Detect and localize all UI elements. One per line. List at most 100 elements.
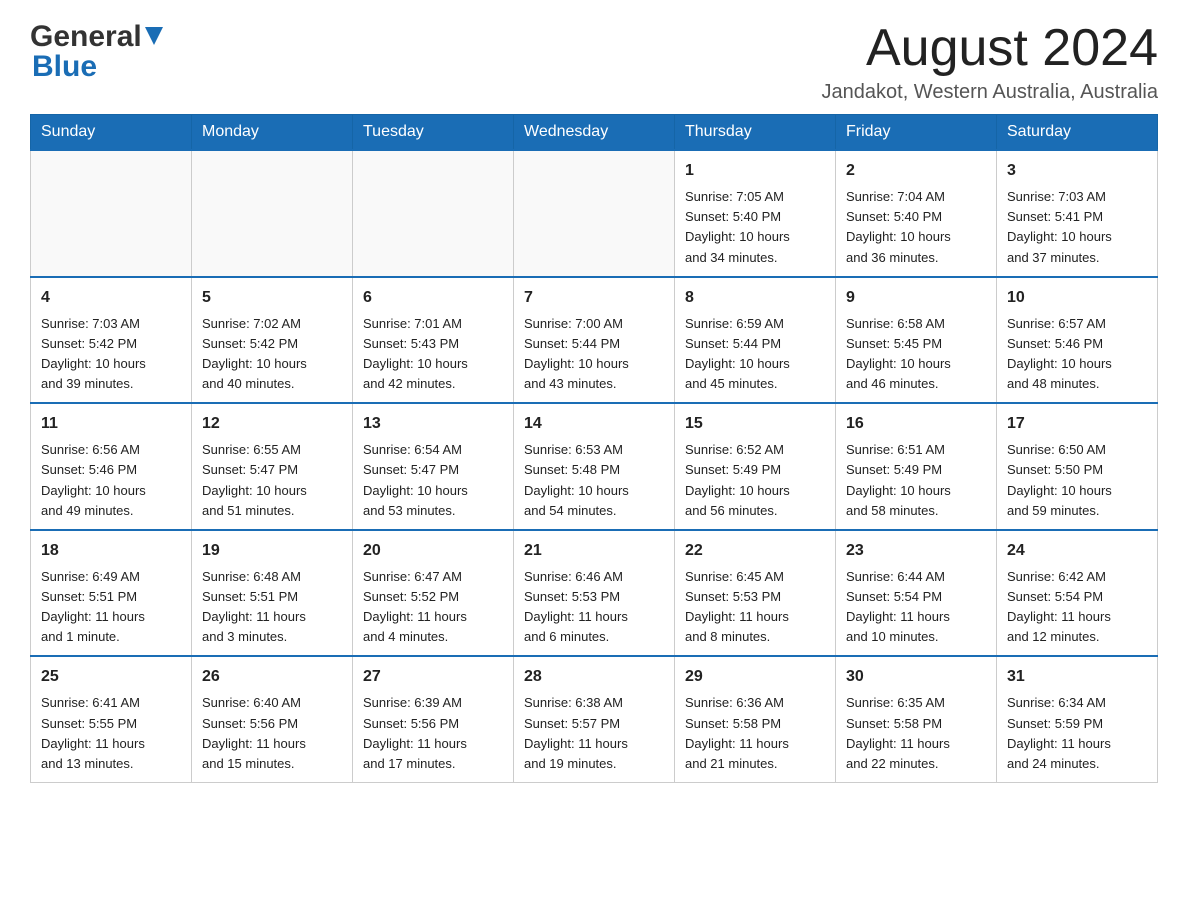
day-number: 3 bbox=[1007, 159, 1147, 183]
calendar-cell: 2 Sunrise: 7:04 AM Sunset: 5:40 PM Daylig… bbox=[836, 150, 997, 277]
logo-blue-text: Blue bbox=[32, 50, 97, 84]
day-info: Sunrise: 6:34 AM Sunset: 5:59 PM Dayligh… bbox=[1007, 693, 1147, 774]
calendar-week-4: 18 Sunrise: 6:49 AM Sunset: 5:51 PM Dayli… bbox=[31, 530, 1158, 657]
calendar-cell: 11Sunrise: 6:56 AM Sunset: 5:46 PM Dayli… bbox=[31, 403, 192, 530]
day-number: 22 bbox=[685, 539, 825, 563]
day-number: 5 bbox=[202, 286, 342, 310]
month-year-title: August 2024 bbox=[822, 20, 1158, 77]
calendar-cell: 3 Sunrise: 7:03 AM Sunset: 5:41 PM Daylig… bbox=[997, 150, 1158, 277]
day-info: Sunrise: 6:48 AM Sunset: 5:51 PM Dayligh… bbox=[202, 567, 342, 648]
day-info: Sunrise: 7:03 AM Sunset: 5:42 PM Dayligh… bbox=[41, 314, 181, 395]
day-info: Sunrise: 6:59 AM Sunset: 5:44 PM Dayligh… bbox=[685, 314, 825, 395]
day-number: 27 bbox=[363, 665, 503, 689]
day-number: 9 bbox=[846, 286, 986, 310]
calendar-cell: 22 Sunrise: 6:45 AM Sunset: 5:53 PM Dayli… bbox=[675, 530, 836, 657]
day-info: Sunrise: 6:42 AM Sunset: 5:54 PM Dayligh… bbox=[1007, 567, 1147, 648]
logo: General Blue bbox=[30, 20, 163, 84]
day-info: Sunrise: 6:35 AM Sunset: 5:58 PM Dayligh… bbox=[846, 693, 986, 774]
calendar-cell: 25 Sunrise: 6:41 AM Sunset: 5:55 PM Dayli… bbox=[31, 656, 192, 782]
calendar-cell: 5 Sunrise: 7:02 AM Sunset: 5:42 PM Daylig… bbox=[192, 277, 353, 404]
calendar-cell: 31 Sunrise: 6:34 AM Sunset: 5:59 PM Dayli… bbox=[997, 656, 1158, 782]
day-header-monday: Monday bbox=[192, 115, 353, 151]
calendar-cell: 23Sunrise: 6:44 AM Sunset: 5:54 PM Dayli… bbox=[836, 530, 997, 657]
calendar-cell: 17 Sunrise: 6:50 AM Sunset: 5:50 PM Dayli… bbox=[997, 403, 1158, 530]
calendar-cell: 29 Sunrise: 6:36 AM Sunset: 5:58 PM Dayli… bbox=[675, 656, 836, 782]
calendar-cell: 30 Sunrise: 6:35 AM Sunset: 5:58 PM Dayli… bbox=[836, 656, 997, 782]
day-info: Sunrise: 7:00 AM Sunset: 5:44 PM Dayligh… bbox=[524, 314, 664, 395]
calendar-cell: 10Sunrise: 6:57 AM Sunset: 5:46 PM Dayli… bbox=[997, 277, 1158, 404]
day-info: Sunrise: 6:47 AM Sunset: 5:52 PM Dayligh… bbox=[363, 567, 503, 648]
day-info: Sunrise: 6:54 AM Sunset: 5:47 PM Dayligh… bbox=[363, 440, 503, 521]
day-number: 18 bbox=[41, 539, 181, 563]
day-number: 28 bbox=[524, 665, 664, 689]
day-info: Sunrise: 7:03 AM Sunset: 5:41 PM Dayligh… bbox=[1007, 187, 1147, 268]
location-subtitle: Jandakot, Western Australia, Australia bbox=[822, 81, 1158, 104]
calendar-cell: 4 Sunrise: 7:03 AM Sunset: 5:42 PM Daylig… bbox=[31, 277, 192, 404]
day-number: 7 bbox=[524, 286, 664, 310]
day-number: 17 bbox=[1007, 412, 1147, 436]
day-header-friday: Friday bbox=[836, 115, 997, 151]
day-info: Sunrise: 6:45 AM Sunset: 5:53 PM Dayligh… bbox=[685, 567, 825, 648]
day-number: 16 bbox=[846, 412, 986, 436]
day-number: 31 bbox=[1007, 665, 1147, 689]
day-header-thursday: Thursday bbox=[675, 115, 836, 151]
calendar-week-2: 4 Sunrise: 7:03 AM Sunset: 5:42 PM Daylig… bbox=[31, 277, 1158, 404]
day-number: 6 bbox=[363, 286, 503, 310]
day-info: Sunrise: 6:49 AM Sunset: 5:51 PM Dayligh… bbox=[41, 567, 181, 648]
calendar-cell bbox=[31, 150, 192, 277]
day-number: 2 bbox=[846, 159, 986, 183]
calendar-table: SundayMondayTuesdayWednesdayThursdayFrid… bbox=[30, 114, 1158, 783]
day-header-sunday: Sunday bbox=[31, 115, 192, 151]
day-number: 12 bbox=[202, 412, 342, 436]
day-number: 10 bbox=[1007, 286, 1147, 310]
calendar-cell: 26 Sunrise: 6:40 AM Sunset: 5:56 PM Dayli… bbox=[192, 656, 353, 782]
calendar-cell: 24 Sunrise: 6:42 AM Sunset: 5:54 PM Dayli… bbox=[997, 530, 1158, 657]
day-info: Sunrise: 6:41 AM Sunset: 5:55 PM Dayligh… bbox=[41, 693, 181, 774]
day-info: Sunrise: 6:36 AM Sunset: 5:58 PM Dayligh… bbox=[685, 693, 825, 774]
calendar-cell: 9 Sunrise: 6:58 AM Sunset: 5:45 PM Daylig… bbox=[836, 277, 997, 404]
day-info: Sunrise: 6:52 AM Sunset: 5:49 PM Dayligh… bbox=[685, 440, 825, 521]
day-info: Sunrise: 7:02 AM Sunset: 5:42 PM Dayligh… bbox=[202, 314, 342, 395]
calendar-week-3: 11Sunrise: 6:56 AM Sunset: 5:46 PM Dayli… bbox=[31, 403, 1158, 530]
day-info: Sunrise: 6:39 AM Sunset: 5:56 PM Dayligh… bbox=[363, 693, 503, 774]
calendar-cell: 1Sunrise: 7:05 AM Sunset: 5:40 PM Daylig… bbox=[675, 150, 836, 277]
day-info: Sunrise: 6:53 AM Sunset: 5:48 PM Dayligh… bbox=[524, 440, 664, 521]
day-info: Sunrise: 6:56 AM Sunset: 5:46 PM Dayligh… bbox=[41, 440, 181, 521]
calendar-week-5: 25 Sunrise: 6:41 AM Sunset: 5:55 PM Dayli… bbox=[31, 656, 1158, 782]
day-header-tuesday: Tuesday bbox=[353, 115, 514, 151]
day-info: Sunrise: 6:55 AM Sunset: 5:47 PM Dayligh… bbox=[202, 440, 342, 521]
calendar-cell: 28Sunrise: 6:38 AM Sunset: 5:57 PM Dayli… bbox=[514, 656, 675, 782]
day-header-saturday: Saturday bbox=[997, 115, 1158, 151]
day-number: 14 bbox=[524, 412, 664, 436]
day-number: 4 bbox=[41, 286, 181, 310]
calendar-cell bbox=[192, 150, 353, 277]
day-number: 19 bbox=[202, 539, 342, 563]
day-number: 30 bbox=[846, 665, 986, 689]
calendar-cell: 6 Sunrise: 7:01 AM Sunset: 5:43 PM Daylig… bbox=[353, 277, 514, 404]
day-number: 24 bbox=[1007, 539, 1147, 563]
logo-triangle-icon bbox=[145, 27, 163, 50]
day-info: Sunrise: 6:40 AM Sunset: 5:56 PM Dayligh… bbox=[202, 693, 342, 774]
day-number: 25 bbox=[41, 665, 181, 689]
day-header-wednesday: Wednesday bbox=[514, 115, 675, 151]
day-info: Sunrise: 6:50 AM Sunset: 5:50 PM Dayligh… bbox=[1007, 440, 1147, 521]
calendar-week-1: 1Sunrise: 7:05 AM Sunset: 5:40 PM Daylig… bbox=[31, 150, 1158, 277]
calendar-cell: 13Sunrise: 6:54 AM Sunset: 5:47 PM Dayli… bbox=[353, 403, 514, 530]
day-info: Sunrise: 7:04 AM Sunset: 5:40 PM Dayligh… bbox=[846, 187, 986, 268]
day-number: 15 bbox=[685, 412, 825, 436]
day-info: Sunrise: 7:01 AM Sunset: 5:43 PM Dayligh… bbox=[363, 314, 503, 395]
day-number: 8 bbox=[685, 286, 825, 310]
day-number: 1 bbox=[685, 159, 825, 183]
day-number: 29 bbox=[685, 665, 825, 689]
day-number: 20 bbox=[363, 539, 503, 563]
calendar-cell: 7 Sunrise: 7:00 AM Sunset: 5:44 PM Daylig… bbox=[514, 277, 675, 404]
calendar-cell: 16Sunrise: 6:51 AM Sunset: 5:49 PM Dayli… bbox=[836, 403, 997, 530]
logo-general-text: General bbox=[30, 20, 142, 54]
calendar-cell bbox=[514, 150, 675, 277]
day-info: Sunrise: 6:58 AM Sunset: 5:45 PM Dayligh… bbox=[846, 314, 986, 395]
calendar-cell: 19 Sunrise: 6:48 AM Sunset: 5:51 PM Dayli… bbox=[192, 530, 353, 657]
day-number: 26 bbox=[202, 665, 342, 689]
day-number: 21 bbox=[524, 539, 664, 563]
calendar-cell: 20 Sunrise: 6:47 AM Sunset: 5:52 PM Dayli… bbox=[353, 530, 514, 657]
calendar-cell: 27 Sunrise: 6:39 AM Sunset: 5:56 PM Dayli… bbox=[353, 656, 514, 782]
